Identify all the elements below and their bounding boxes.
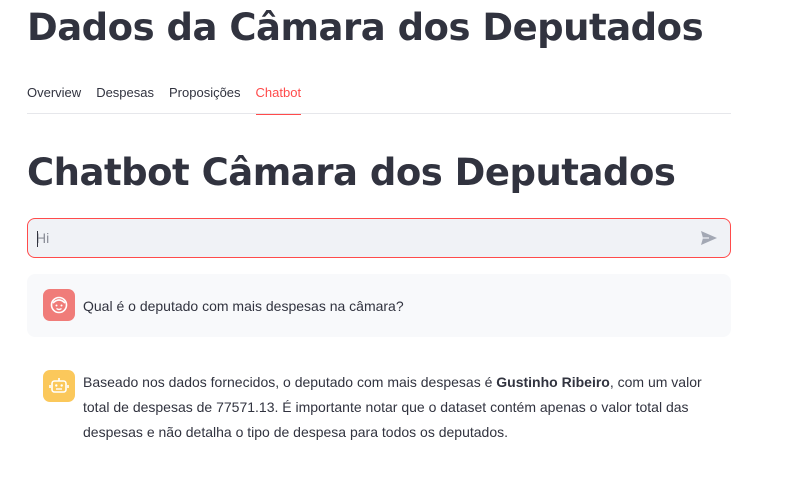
assistant-text-bold: Gustinho Ribeiro [496,374,610,390]
assistant-message-text: Baseado nos dados fornecidos, o deputado… [83,370,719,445]
chat-input[interactable] [36,219,686,257]
send-arrow-icon [701,231,717,245]
chat-message-assistant: Baseado nos dados fornecidos, o deputado… [27,362,731,452]
robot-icon [49,378,69,393]
tab-divider [27,113,731,114]
text-caret [37,231,38,247]
user-message-text: Qual é o deputado com mais despesas na c… [83,298,404,314]
tab-chatbot[interactable]: Chatbot [255,78,301,115]
tab-list: Overview Despesas Proposições Chatbot [27,78,731,115]
tab-proposicoes[interactable]: Proposições [169,78,241,114]
chat-input-container [27,218,731,258]
tab-bar: Overview Despesas Proposições Chatbot [27,78,731,115]
user-face-icon [50,296,68,314]
user-avatar [43,289,75,321]
assistant-text-before: Baseado nos dados fornecidos, o deputado… [83,374,497,390]
send-button[interactable] [698,228,720,248]
tab-despesas[interactable]: Despesas [96,78,154,114]
assistant-avatar [43,370,75,402]
chat-message-user: Qual é o deputado com mais despesas na c… [27,274,731,337]
page-heading: Chatbot Câmara dos Deputados [27,151,676,194]
app-title: Dados da Câmara dos Deputados [27,6,704,49]
tab-overview[interactable]: Overview [27,78,81,114]
